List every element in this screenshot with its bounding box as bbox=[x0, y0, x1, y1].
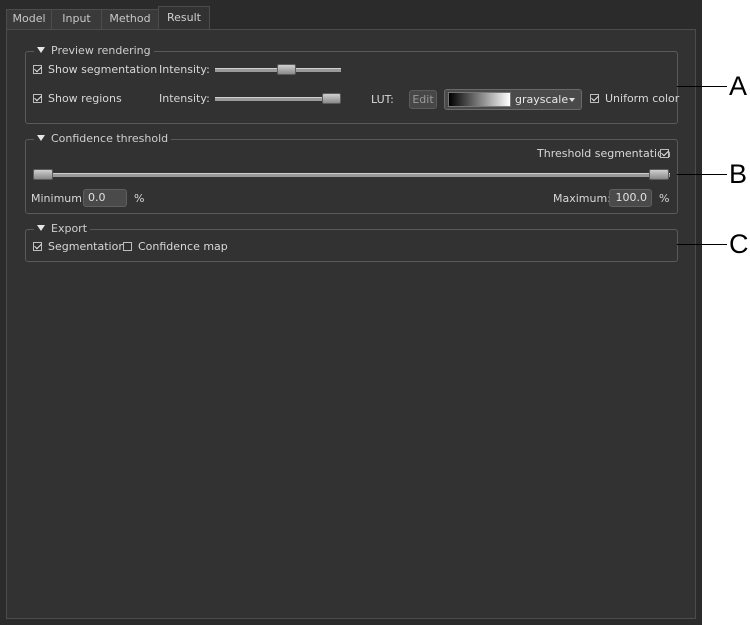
minimum-label: Minimum: bbox=[31, 192, 86, 205]
confidence-threshold-group: Confidence threshold Threshold segmentat… bbox=[25, 132, 678, 214]
tab-input[interactable]: Input bbox=[51, 9, 102, 29]
collapse-triangle-icon bbox=[37, 47, 45, 53]
minimum-input[interactable]: 0.0 bbox=[83, 189, 127, 207]
edit-lut-button[interactable]: Edit bbox=[409, 90, 437, 109]
confidence-range-slider[interactable] bbox=[34, 173, 670, 177]
lut-combobox[interactable]: grayscale bbox=[444, 89, 582, 110]
callout-line-a bbox=[677, 86, 727, 87]
maximum-input[interactable]: 100.0 bbox=[609, 189, 652, 207]
export-header[interactable]: Export bbox=[34, 222, 91, 236]
maximum-label: Maximum: bbox=[553, 192, 611, 205]
callout-label-a: A bbox=[729, 71, 748, 101]
result-panel-window: Model Input Method Result Preview render… bbox=[0, 0, 702, 625]
lut-gradient-preview bbox=[448, 92, 511, 107]
range-max-handle[interactable] bbox=[649, 169, 669, 180]
range-min-handle[interactable] bbox=[33, 169, 53, 180]
show-regions-checkbox[interactable] bbox=[33, 94, 42, 103]
preview-rendering-group: Preview rendering Show segmentation Inte… bbox=[25, 44, 680, 124]
callout-line-b bbox=[677, 174, 727, 175]
show-segmentation-checkbox[interactable] bbox=[33, 65, 42, 74]
lut-label: LUT: bbox=[371, 93, 394, 106]
callout-line-c bbox=[677, 244, 727, 245]
tab-result[interactable]: Result bbox=[158, 6, 210, 30]
export-title: Export bbox=[51, 222, 88, 235]
lut-value: grayscale bbox=[515, 93, 569, 106]
tab-model[interactable]: Model bbox=[6, 9, 52, 29]
export-segmentation-label: Segmentation bbox=[48, 240, 126, 253]
uniform-color-checkbox[interactable] bbox=[590, 94, 599, 103]
minimum-unit: % bbox=[134, 192, 145, 205]
export-confidence-map-label: Confidence map bbox=[138, 240, 228, 253]
preview-rendering-title: Preview rendering bbox=[51, 44, 151, 57]
show-segmentation-label: Show segmentation bbox=[48, 63, 158, 76]
segmentation-intensity-handle[interactable] bbox=[277, 64, 297, 75]
confidence-threshold-header[interactable]: Confidence threshold bbox=[34, 132, 172, 146]
result-tab-pane: Preview rendering Show segmentation Inte… bbox=[6, 29, 696, 619]
callout-label-b: B bbox=[729, 159, 748, 189]
collapse-triangle-icon bbox=[37, 135, 45, 141]
segmentation-intensity-label: Intensity: bbox=[159, 63, 210, 76]
chevron-down-icon bbox=[569, 98, 575, 102]
regions-intensity-handle[interactable] bbox=[322, 93, 341, 104]
regions-intensity-label: Intensity: bbox=[159, 92, 210, 105]
preview-rendering-header[interactable]: Preview rendering bbox=[34, 44, 154, 58]
threshold-segmentation-label: Threshold segmentation bbox=[537, 147, 671, 160]
export-group: Export Segmentation Confidence map bbox=[25, 222, 678, 262]
confidence-threshold-title: Confidence threshold bbox=[51, 132, 169, 145]
collapse-triangle-icon bbox=[37, 225, 45, 231]
callout-label-c: C bbox=[729, 229, 749, 259]
export-segmentation-checkbox[interactable] bbox=[33, 242, 42, 251]
show-regions-label: Show regions bbox=[48, 92, 122, 105]
threshold-segmentation-checkbox[interactable] bbox=[660, 149, 669, 158]
export-confidence-map-checkbox[interactable] bbox=[123, 242, 132, 251]
uniform-color-label: Uniform color bbox=[605, 92, 680, 105]
tab-method[interactable]: Method bbox=[101, 9, 159, 29]
maximum-unit: % bbox=[659, 192, 670, 205]
